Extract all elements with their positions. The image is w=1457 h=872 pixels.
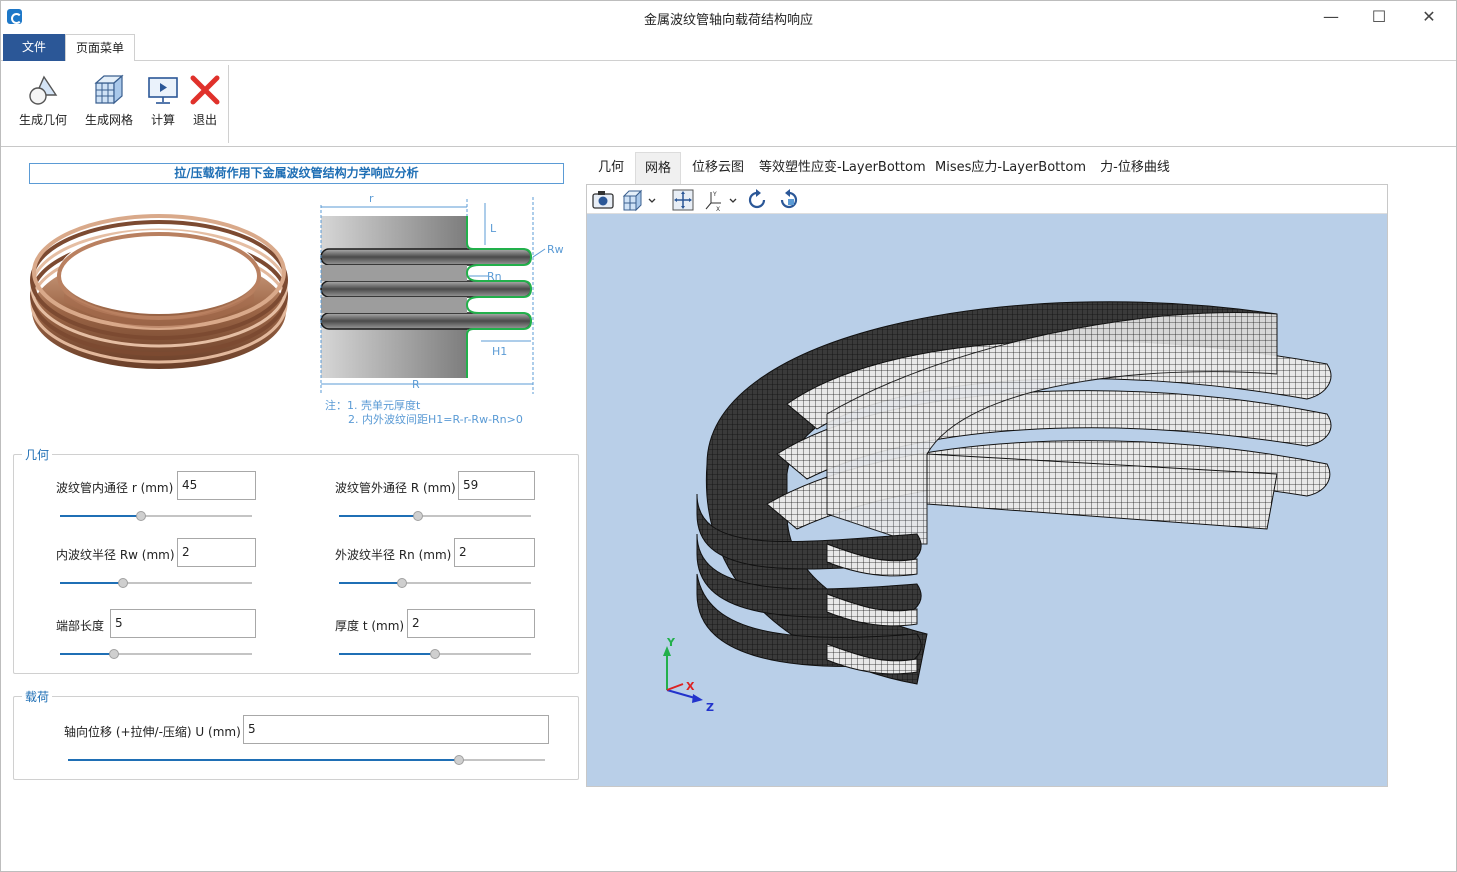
diagram-label-L: L	[490, 222, 497, 235]
bellows-3d-image	[30, 214, 288, 369]
tab-mesh[interactable]: 网格	[635, 152, 681, 184]
view-cube-dropdown-icon[interactable]	[621, 188, 661, 212]
viewport-frame: Y X Y X Z	[586, 184, 1388, 787]
tab-geometry[interactable]: 几何	[591, 152, 631, 184]
inner-diameter-input[interactable]: 45	[177, 471, 256, 500]
thickness-label: 厚度 t (mm)	[335, 619, 405, 633]
load-group-title: 载荷	[22, 688, 53, 705]
outer-diameter-input[interactable]: 59	[458, 471, 535, 500]
axis-x-label: X	[686, 680, 695, 693]
menu-page[interactable]: 页面菜单	[65, 34, 135, 62]
cross-section-diagram: r L Rw Rn H1 R	[320, 192, 564, 394]
end-length-slider[interactable]	[60, 648, 252, 660]
axis-y-label: Y	[666, 636, 676, 649]
axial-displacement-label: 轴向位移 (+拉伸/-压缩) U (mm)	[64, 725, 241, 739]
menu-file[interactable]: 文件	[3, 34, 65, 61]
generate-mesh-label: 生成网格	[84, 113, 133, 127]
generate-geometry-button[interactable]: 生成几何	[15, 67, 71, 137]
svg-text:Y: Y	[712, 191, 717, 198]
compute-label: 计算	[150, 113, 175, 127]
viewport-toolbar: Y X	[587, 185, 1387, 214]
generate-mesh-button[interactable]: 生成网格	[81, 67, 137, 137]
inner-wave-radius-label: 内波纹半径 Rw (mm)	[56, 548, 175, 562]
tab-mises-stress[interactable]: Mises应力-LayerBottom	[935, 152, 1086, 184]
axis-z-label: Z	[706, 701, 714, 714]
diagram-note-2: 2. 内外波纹间距H1=R-r-Rw-Rn>0	[348, 413, 523, 426]
compute-button[interactable]: 计算	[143, 67, 183, 137]
outer-diameter-label: 波纹管外通径 R (mm)	[335, 481, 456, 495]
diagram-label-r: r	[369, 192, 374, 205]
outer-wave-radius-slider[interactable]	[339, 577, 531, 589]
axial-displacement-input[interactable]: 5	[243, 715, 549, 744]
geometry-group-title: 几何	[22, 446, 53, 463]
maximize-button[interactable]: ☐	[1359, 5, 1399, 29]
outer-diameter-slider[interactable]	[339, 510, 531, 522]
app-window: 金属波纹管轴向载荷结构响应 — ☐ ✕ 文件 页面菜单 生成几何 生成网格 计算…	[0, 0, 1457, 872]
end-length-input[interactable]: 5	[110, 609, 256, 638]
fit-view-icon[interactable]	[671, 188, 695, 212]
tab-displacement-contour[interactable]: 位移云图	[687, 152, 749, 184]
outer-wave-radius-input[interactable]: 2	[454, 538, 535, 567]
ribbon-separator	[228, 65, 229, 143]
diagram-label-H1: H1	[492, 345, 507, 358]
inner-wave-radius-slider[interactable]	[60, 577, 252, 589]
exit-x-icon	[190, 75, 220, 105]
generate-geometry-label: 生成几何	[18, 113, 67, 127]
diagram-label-Rn: Rn	[487, 270, 502, 283]
thickness-input[interactable]: 2	[407, 609, 535, 638]
rotate-ccw-icon[interactable]	[777, 188, 801, 212]
ribbon-toolbar: 生成几何 生成网格 计算 退出	[1, 61, 1456, 147]
tab-equivalent-plastic-strain[interactable]: 等效塑性应变-LayerBottom	[759, 152, 926, 184]
outer-wave-radius-label: 外波纹半径 Rn (mm)	[335, 548, 452, 562]
diagram-label-Rw: Rw	[547, 243, 564, 256]
close-window-button[interactable]: ✕	[1409, 5, 1449, 29]
menu-bar: 文件 页面菜单	[1, 33, 1456, 62]
inner-diameter-slider[interactable]	[60, 510, 252, 522]
diagram-label-R: R	[412, 378, 420, 391]
axes-orientation-dropdown-icon[interactable]: Y X	[703, 188, 739, 212]
inner-wave-radius-input[interactable]: 2	[177, 538, 256, 567]
title-bar: 金属波纹管轴向载荷结构响应 — ☐ ✕	[1, 1, 1456, 33]
exit-label: 退出	[192, 113, 217, 127]
bellows-mesh-render: Y X Z	[663, 301, 1332, 714]
thickness-slider[interactable]	[339, 648, 531, 660]
mesh-cube-icon	[94, 74, 124, 105]
monitor-play-icon	[148, 77, 178, 104]
panel-headline: 拉/压载荷作用下金属波纹管结构力学响应分析	[29, 163, 564, 184]
window-title: 金属波纹管轴向载荷结构响应	[643, 13, 813, 28]
camera-icon[interactable]	[591, 188, 615, 212]
geometry-icon	[29, 75, 58, 105]
exit-button[interactable]: 退出	[187, 67, 223, 137]
tab-force-displacement-curve[interactable]: 力-位移曲线	[1095, 152, 1175, 184]
axial-displacement-slider[interactable]	[68, 754, 545, 766]
inner-diameter-label: 波纹管内通径 r (mm)	[56, 481, 174, 495]
svg-text:X: X	[716, 206, 720, 212]
end-length-label: 端部长度	[56, 619, 105, 633]
mesh-3d-view[interactable]: Y X Z	[587, 214, 1387, 786]
rotate-cw-icon[interactable]	[745, 188, 769, 212]
minimize-button[interactable]: —	[1311, 5, 1351, 29]
